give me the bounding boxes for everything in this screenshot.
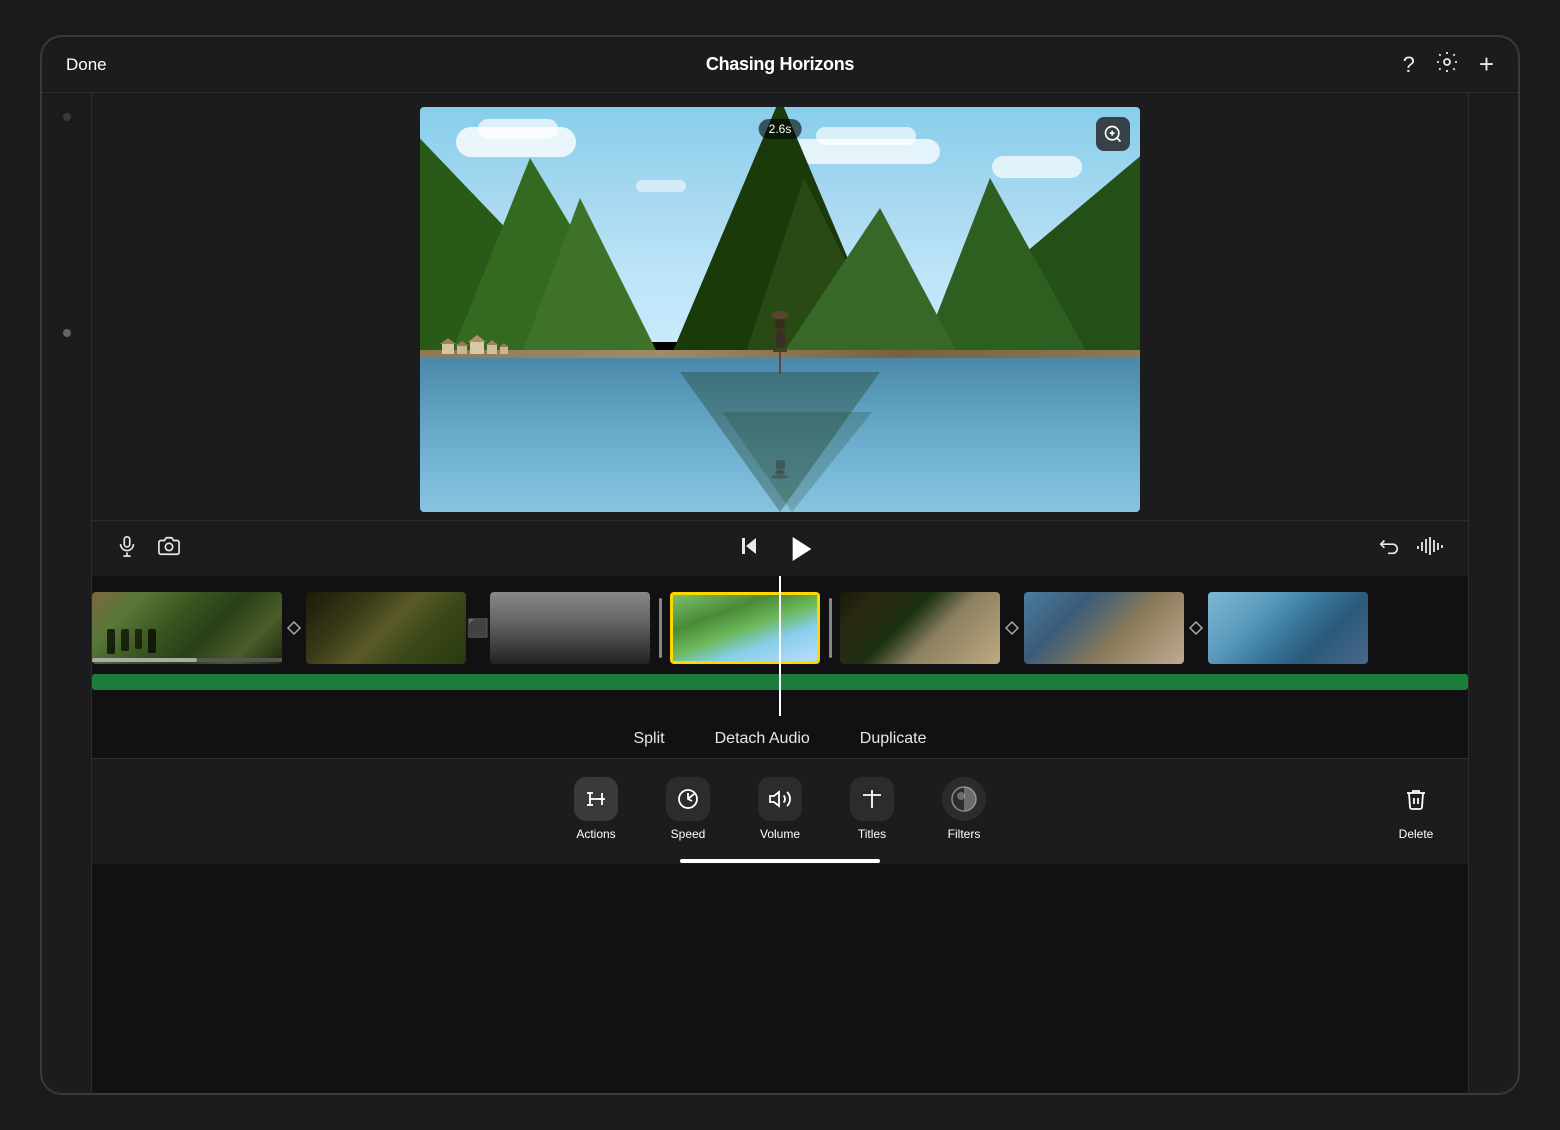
home-indicator (92, 858, 1468, 864)
right-sidebar (1468, 93, 1518, 1093)
timestamp-badge: 2.6s (759, 119, 802, 139)
help-icon[interactable]: ? (1403, 52, 1415, 78)
add-icon[interactable]: + (1479, 49, 1494, 80)
actions-icon (574, 777, 618, 821)
timeline-clip-5[interactable] (840, 592, 1000, 664)
filters-tool[interactable]: Filters (918, 769, 1010, 849)
actions-tool[interactable]: Actions (550, 769, 642, 849)
delete-label: Delete (1399, 827, 1434, 841)
playback-center (737, 528, 823, 570)
camera-icon[interactable] (158, 535, 180, 563)
done-button[interactable]: Done (66, 55, 107, 75)
speed-label: Speed (671, 827, 706, 841)
header-left: Done (66, 55, 107, 75)
toolbar-items: Actions Speed (550, 769, 1010, 849)
zoom-button[interactable] (1096, 117, 1130, 151)
transition-3[interactable] (1000, 592, 1024, 664)
titles-icon (850, 777, 894, 821)
timeline-clip-1[interactable] (92, 592, 282, 664)
titles-label: Titles (858, 827, 886, 841)
duplicate-button[interactable]: Duplicate (860, 730, 927, 748)
skip-back-icon[interactable] (737, 534, 761, 564)
timeline-clip-7[interactable] (1208, 592, 1368, 664)
filters-label: Filters (948, 827, 981, 841)
audio-track (92, 674, 1468, 690)
timeline-clip-2[interactable] (306, 592, 466, 664)
transition-1[interactable] (282, 592, 306, 664)
sidebar-indicator (63, 113, 71, 121)
header-right: ? + (1403, 49, 1494, 80)
transition-right[interactable] (820, 592, 840, 664)
video-preview: 2.6s (420, 107, 1140, 512)
playback-left (116, 535, 180, 563)
delete-button[interactable]: Delete (1394, 777, 1438, 841)
timeline: ⬛ (92, 576, 1468, 716)
settings-icon[interactable] (1435, 50, 1459, 80)
speed-tool[interactable]: Speed (642, 769, 734, 849)
timeline-clip-6[interactable] (1024, 592, 1184, 664)
filters-icon (942, 777, 986, 821)
transition-2[interactable]: ⬛ (466, 592, 490, 664)
transition-4[interactable] (1184, 592, 1208, 664)
playback-bar (92, 520, 1468, 576)
speed-icon (666, 777, 710, 821)
transition-end[interactable] (650, 592, 670, 664)
timeline-clip-4-selected[interactable] (670, 592, 820, 664)
playback-right (1378, 535, 1444, 563)
volume-tool[interactable]: Volume (734, 769, 826, 849)
undo-icon[interactable] (1378, 535, 1400, 563)
volume-icon (758, 777, 802, 821)
left-sidebar (42, 93, 92, 1093)
project-title: Chasing Horizons (706, 54, 854, 75)
context-menu: Split Detach Audio Duplicate (92, 716, 1468, 758)
delete-icon (1394, 777, 1438, 821)
detach-audio-button[interactable]: Detach Audio (715, 730, 810, 748)
timeline-clip-3[interactable] (490, 592, 650, 664)
titles-tool[interactable]: Titles (826, 769, 918, 849)
audio-wave-icon[interactable] (1416, 535, 1444, 563)
actions-label: Actions (576, 827, 615, 841)
bottom-toolbar: Actions Speed (92, 758, 1468, 858)
device-frame: Done Chasing Horizons ? + (40, 35, 1520, 1095)
volume-label: Volume (760, 827, 800, 841)
sidebar-indicator-active (63, 329, 71, 337)
header: Done Chasing Horizons ? + (42, 37, 1518, 93)
split-button[interactable]: Split (633, 730, 664, 748)
play-button[interactable] (781, 528, 823, 570)
mic-icon[interactable] (116, 535, 138, 563)
indicator-bar (680, 859, 880, 863)
